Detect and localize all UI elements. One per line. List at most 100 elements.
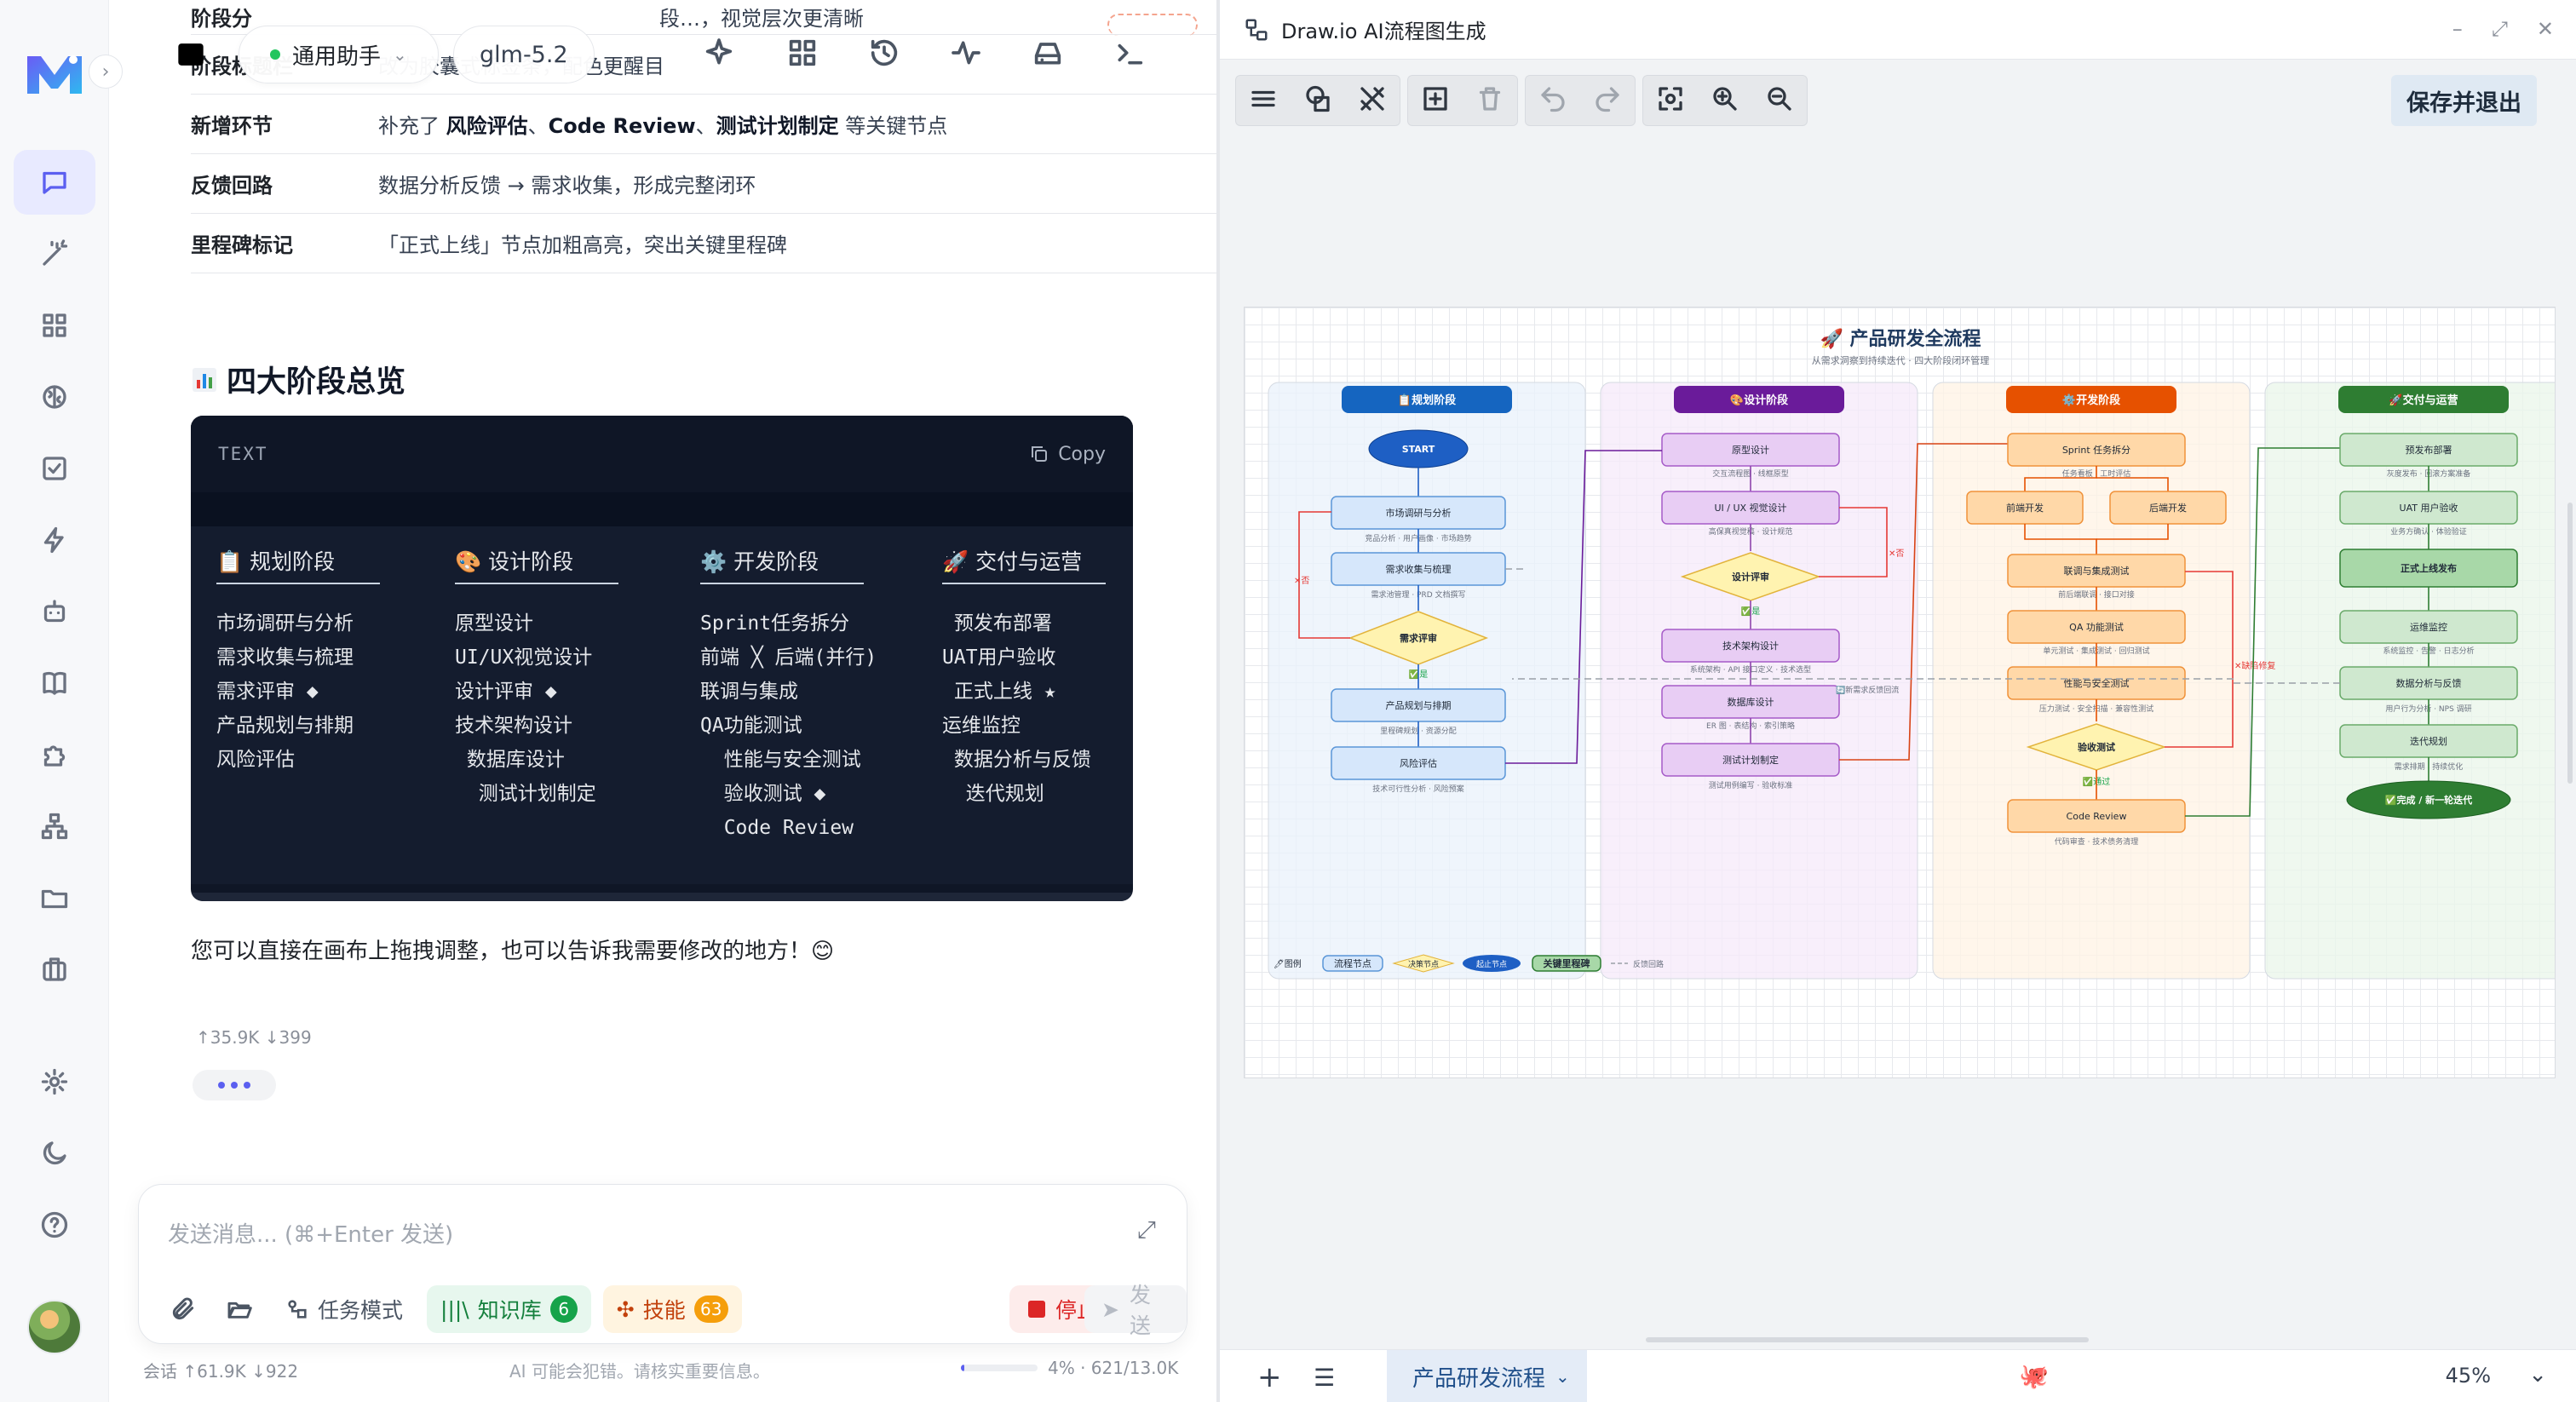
zoom-in-button[interactable] — [1710, 83, 1740, 118]
page-tab[interactable]: 产品研发流程 ⌄ — [1387, 1350, 1587, 1402]
context-usage-text: 4% · 621/13.0K — [1048, 1358, 1179, 1378]
code-line: 原型设计 — [455, 612, 533, 635]
sidebar-panel-icon[interactable] — [172, 36, 210, 73]
library-nav-button[interactable] — [14, 651, 95, 715]
skills-button[interactable]: ✣ 技能 63 — [602, 1285, 742, 1333]
character-peek — [1107, 14, 1198, 36]
magic-wand-icon — [43, 239, 68, 266]
github-icon[interactable]: 🐙 — [2019, 1362, 2049, 1390]
code-line: 数据分析与反馈 — [942, 749, 1091, 771]
diagram-canvas[interactable]: 🚀 产品研发全流程 从需求洞察到持续迭代 · 四大阶段闭环管理 📋规划阶段 🎨设计阶段… — [1244, 307, 2556, 1078]
node-note: 技术可行性分析 · 风险预案 — [1372, 784, 1464, 794]
chat-nav-button[interactable] — [14, 150, 95, 215]
skills-count-badge: 63 — [693, 1296, 728, 1323]
menu-button[interactable] — [1248, 83, 1279, 118]
grid-view-button[interactable] — [785, 36, 823, 73]
pages-menu-button[interactable]: ☰ — [1314, 1364, 1335, 1392]
expand-icon[interactable]: ⤢ — [1137, 1215, 1156, 1244]
process-node-label: 数据分析与反馈 — [2396, 677, 2462, 689]
lane-title: 🚀交付与运营 — [2389, 394, 2458, 407]
process-node-label: Code Review — [2067, 811, 2127, 822]
open-folder-button[interactable] — [217, 1287, 262, 1331]
shapes-button[interactable] — [1302, 83, 1333, 118]
history-button[interactable] — [867, 36, 905, 73]
chevron-down-icon: ⌄ — [1555, 1366, 1570, 1387]
add-page-button[interactable]: + — [1257, 1360, 1282, 1394]
status-dot — [270, 49, 280, 60]
more-actions-button[interactable] — [193, 1070, 276, 1100]
terminal-button[interactable] — [1113, 36, 1150, 73]
puzzle-icon — [43, 745, 66, 767]
vertical-scrollbar[interactable] — [2567, 503, 2573, 784]
code-line: 预发布部署 — [942, 612, 1052, 635]
edge-label-no: ✕否 — [1294, 576, 1309, 586]
model-selector[interactable]: glm-5.2 — [453, 26, 595, 83]
save-and-exit-button[interactable]: 保存并退出 — [2391, 75, 2537, 126]
minimize-icon[interactable]: – — [2452, 17, 2463, 41]
message-input[interactable]: 发送消息... (⌘+Enter 发送) — [168, 1217, 453, 1249]
zoom-level[interactable]: 45% — [2446, 1364, 2491, 1388]
process-node-label: 迭代规划 — [2410, 735, 2447, 747]
maximize-icon[interactable]: ⤢ — [2492, 17, 2508, 41]
flash-nav-button[interactable] — [14, 508, 95, 572]
assistant-selector[interactable]: 通用助手 ⌄ — [239, 26, 439, 83]
plugins-nav-button[interactable] — [14, 722, 95, 787]
code-line: 联调与集成 — [700, 681, 798, 703]
magic-nav-button[interactable] — [14, 221, 95, 286]
copy-button[interactable]: Copy — [1029, 444, 1106, 465]
code-column-header: 🚀 交付与运营 — [942, 549, 1083, 574]
checkbox-icon — [43, 457, 66, 480]
fit-button[interactable] — [1655, 83, 1686, 118]
model-name: glm-5.2 — [480, 41, 568, 68]
sparkle-button[interactable] — [702, 36, 739, 73]
diagram-title: 🚀 产品研发全流程 — [1820, 328, 1981, 350]
code-column-header: 📋 规划阶段 — [216, 549, 336, 574]
bot-nav-button[interactable] — [14, 579, 95, 644]
code-line: 风险评估 — [216, 749, 295, 771]
storage-button[interactable] — [1031, 36, 1068, 73]
zoom-out-button[interactable] — [1764, 83, 1795, 118]
brain-nav-button[interactable] — [14, 365, 95, 429]
paperclip-icon — [172, 1297, 194, 1320]
format-button[interactable] — [1357, 83, 1388, 118]
context-usage-fill — [961, 1365, 964, 1371]
delete-button[interactable] — [1475, 83, 1505, 118]
toolbar-group-view — [1235, 75, 1400, 126]
code-line: 需求收集与梳理 — [216, 646, 354, 669]
settings-button[interactable] — [14, 1049, 95, 1114]
avatar[interactable] — [27, 1300, 82, 1354]
help-circle-icon — [41, 1211, 68, 1238]
undo-button[interactable] — [1538, 83, 1568, 118]
code-language: TEXT — [218, 444, 268, 464]
horizontal-scrollbar[interactable] — [1646, 1337, 2089, 1342]
knowledge-base-button[interactable]: |||\ 知识库 6 — [427, 1285, 591, 1333]
workflow-nav-button[interactable] — [14, 794, 95, 859]
attach-button[interactable] — [161, 1287, 205, 1331]
end-label: ✅完成 / 新一轮迭代 — [2385, 794, 2472, 806]
code-scrollbar[interactable] — [191, 893, 1133, 901]
start-label: START — [1402, 444, 1435, 455]
gear-icon — [41, 1068, 68, 1095]
apps-nav-button[interactable] — [14, 293, 95, 358]
redo-button[interactable] — [1592, 83, 1623, 118]
expand-sidebar-button[interactable]: › — [89, 55, 123, 89]
theme-toggle-button[interactable] — [14, 1121, 95, 1186]
process-node-label: 测试计划制定 — [1722, 754, 1779, 766]
folder-open-icon — [227, 1301, 252, 1319]
code-line: QA功能测试 — [700, 715, 802, 737]
tasks-nav-button[interactable] — [14, 436, 95, 501]
close-icon[interactable]: ✕ — [2537, 17, 2554, 41]
task-mode-button[interactable]: 任务模式 — [273, 1287, 415, 1331]
nav-rail: › — [0, 0, 123, 1402]
lane-title: ⚙️开发阶段 — [2062, 394, 2120, 407]
files-nav-button[interactable] — [14, 865, 95, 930]
process-node-label: 后端开发 — [2149, 502, 2187, 514]
send-button[interactable]: ➤ 发送 — [1084, 1283, 1187, 1338]
activity-button[interactable] — [949, 36, 986, 73]
toolbox-nav-button[interactable] — [14, 937, 95, 1002]
zoom-menu-icon[interactable]: ⌄ — [2528, 1362, 2547, 1388]
insert-button[interactable] — [1420, 83, 1451, 118]
legend-process-label: 流程节点 — [1334, 957, 1371, 969]
help-button[interactable] — [14, 1192, 95, 1257]
edge-label-loop: 🔄新需求反馈回流 — [1836, 685, 1899, 695]
